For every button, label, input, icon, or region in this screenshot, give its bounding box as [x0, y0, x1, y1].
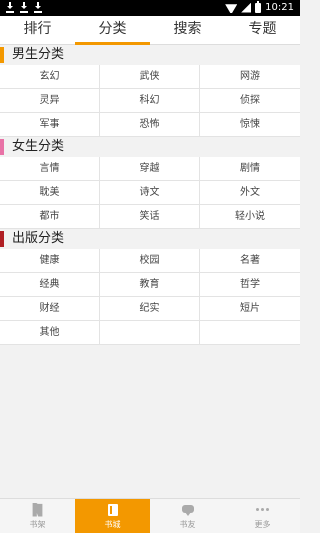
- nav-label: 书城: [104, 519, 121, 529]
- category-item[interactable]: 穿越: [100, 157, 200, 181]
- nav-label: 更多: [254, 519, 271, 529]
- signal-icon: [241, 2, 252, 13]
- category-item[interactable]: 科幻: [100, 89, 200, 113]
- category-item[interactable]: 短片: [200, 297, 300, 321]
- section-accent-bar: [0, 139, 4, 155]
- nav-more[interactable]: 更多: [225, 499, 300, 533]
- download-icon: [20, 2, 28, 13]
- category-item[interactable]: 诗文: [100, 181, 200, 205]
- category-item[interactable]: 灵异: [0, 89, 100, 113]
- category-item[interactable]: 笑话: [100, 205, 200, 229]
- section-accent-bar: [0, 47, 4, 63]
- download-icon: [6, 2, 14, 13]
- category-item[interactable]: 哲学: [200, 273, 300, 297]
- nav-label: 书架: [29, 519, 46, 529]
- category-item[interactable]: 名著: [200, 249, 300, 273]
- empty-cell: [100, 321, 200, 345]
- category-item[interactable]: 玄幻: [0, 65, 100, 89]
- tab-category[interactable]: 分类: [75, 16, 150, 45]
- category-item[interactable]: 都市: [0, 205, 100, 229]
- category-item[interactable]: 武侠: [100, 65, 200, 89]
- category-item[interactable]: 网游: [200, 65, 300, 89]
- tab-search[interactable]: 搜索: [150, 16, 225, 44]
- tab-topics[interactable]: 专题: [225, 16, 300, 44]
- category-item[interactable]: 校园: [100, 249, 200, 273]
- category-item[interactable]: 健康: [0, 249, 100, 273]
- section-title: 出版分类: [12, 231, 65, 246]
- category-item[interactable]: 教育: [100, 273, 200, 297]
- more-icon: [256, 503, 270, 517]
- battery-icon: [255, 0, 262, 13]
- category-item[interactable]: 其他: [0, 321, 100, 345]
- category-item[interactable]: 财经: [0, 297, 100, 321]
- category-item[interactable]: 惊悚: [200, 113, 300, 137]
- category-item[interactable]: 剧情: [200, 157, 300, 181]
- category-item[interactable]: 轻小说: [200, 205, 300, 229]
- section-header: 出版分类: [0, 229, 300, 249]
- nav-bookshelf[interactable]: 书架: [0, 499, 75, 533]
- status-bar: 10:21: [0, 0, 300, 16]
- category-item[interactable]: 军事: [0, 113, 100, 137]
- section-header: 男生分类: [0, 45, 300, 65]
- bookshelf-icon: [32, 502, 43, 517]
- category-item[interactable]: 纪实: [100, 297, 200, 321]
- status-time: 10:21: [265, 2, 294, 13]
- nav-bookstore[interactable]: 书城: [75, 499, 150, 533]
- section-title: 女生分类: [12, 139, 65, 154]
- bookstore-icon: [106, 503, 120, 517]
- category-item[interactable]: 侦探: [200, 89, 300, 113]
- category-grid: 玄幻 武侠 网游灵异 科幻 侦探军事 恐怖 惊悚: [0, 65, 300, 137]
- friends-icon: [181, 503, 195, 517]
- nav-label: 书友: [179, 519, 196, 529]
- category-grid: 言情 穿越 剧情耽美 诗文 外文都市 笑话 轻小说: [0, 157, 300, 229]
- empty-cell: [200, 321, 300, 345]
- section-header: 女生分类: [0, 137, 300, 157]
- category-sections: 男生分类玄幻 武侠 网游灵异 科幻 侦探军事 恐怖 惊悚女生分类言情 穿越 剧情耽美 诗文 外文都市…: [0, 45, 300, 345]
- download-icon: [34, 2, 42, 13]
- section-title: 男生分类: [12, 47, 65, 62]
- wifi-icon: [225, 3, 237, 13]
- category-item[interactable]: 耽美: [0, 181, 100, 205]
- bottom-nav: 书架 书城 书友 更多: [0, 498, 300, 533]
- tab-ranking[interactable]: 排行: [0, 16, 75, 44]
- category-item[interactable]: 外文: [200, 181, 300, 205]
- category-grid: 健康 校园 名著经典 教育 哲学财经 纪实 短片其他: [0, 249, 300, 345]
- category-item[interactable]: 恐怖: [100, 113, 200, 137]
- nav-friends[interactable]: 书友: [150, 499, 225, 533]
- category-item[interactable]: 言情: [0, 157, 100, 181]
- section-accent-bar: [0, 231, 4, 247]
- top-tab-bar: 排行 分类 搜索 专题: [0, 16, 300, 45]
- category-item[interactable]: 经典: [0, 273, 100, 297]
